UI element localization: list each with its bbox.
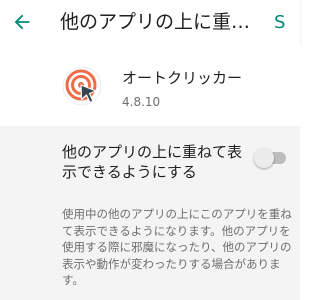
settings-content: 他のアプリの上に重ねて表示できるようにする 使用中の他のアプリの上にこのアプリを… (0, 126, 300, 300)
overlay-permission-switch[interactable] (254, 148, 288, 168)
search-button[interactable]: S (268, 6, 298, 38)
app-header: オートクリッカー 4.8.10 (0, 44, 300, 126)
app-version: 4.8.10 (122, 95, 161, 109)
switch-thumb (254, 148, 274, 168)
overlay-permission-title: 他のアプリの上に重ねて表示できるようにする (62, 143, 243, 181)
arrow-back-icon (14, 14, 30, 30)
app-name: オートクリッカー (122, 69, 243, 87)
overlay-permission-description: 使用中の他のアプリの上にこのアプリを重ねて表示できるようになります。他のアプリを… (62, 207, 292, 287)
search-icon: S (274, 11, 286, 33)
app-bar: 他のアプリの上に重ね… S (0, 0, 300, 44)
page-title: 他のアプリの上に重ね… (60, 11, 262, 33)
overlay-permission-row[interactable]: 他のアプリの上に重ねて表示できるようにする (0, 126, 300, 192)
back-button[interactable] (6, 6, 38, 38)
target-cursor-icon (62, 66, 102, 106)
